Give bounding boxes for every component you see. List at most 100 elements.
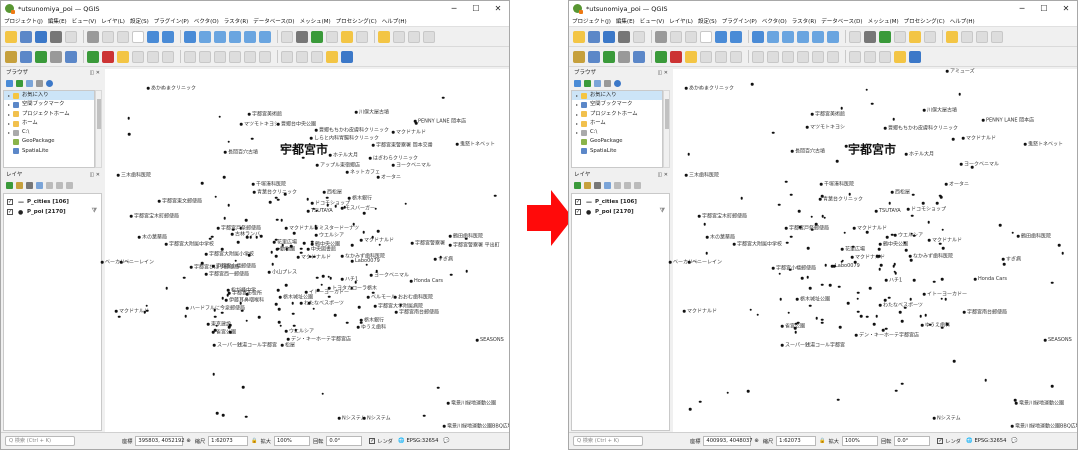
- crs-button[interactable]: EPSG:32654: [974, 438, 1006, 444]
- toolbar-tool-icon[interactable]: [849, 50, 861, 63]
- toolbar-tool-icon[interactable]: [259, 30, 271, 43]
- layer-checkbox[interactable]: ✓: [7, 199, 13, 205]
- collapse-icon[interactable]: [604, 80, 611, 87]
- toolbar-tool-icon[interactable]: [20, 30, 32, 43]
- toolbar-tool-icon[interactable]: [879, 50, 891, 63]
- menu-raster[interactable]: ラスタ(R): [224, 17, 249, 25]
- coordinate-field[interactable]: 395803, 4052192: [135, 436, 185, 446]
- browser-item-spatialite[interactable]: SpatiaLite: [4, 147, 94, 156]
- toolbar-tool-icon[interactable]: [132, 50, 144, 63]
- eye-icon[interactable]: [26, 182, 33, 189]
- menu-project[interactable]: プロジェクト(J): [572, 17, 611, 25]
- toolbar-tool-icon[interactable]: [356, 30, 368, 43]
- toolbar-tool-icon[interactable]: [685, 50, 697, 63]
- toolbar-tool-icon[interactable]: [730, 50, 742, 63]
- expand-icon[interactable]: [614, 182, 621, 189]
- expand-icon[interactable]: [46, 182, 53, 189]
- menu-layer[interactable]: レイヤ(L): [101, 17, 125, 25]
- toolbar-tool-icon[interactable]: [296, 30, 308, 43]
- browser-item-home[interactable]: ▸ ホーム: [572, 119, 662, 128]
- toolbar-tool-icon[interactable]: [730, 30, 742, 43]
- magnifier-field[interactable]: 100%: [274, 436, 310, 446]
- crs-button[interactable]: EPSG:32654: [406, 438, 438, 444]
- toolbar-tool-icon[interactable]: [700, 50, 712, 63]
- toolbar-tool-icon[interactable]: [326, 30, 338, 43]
- toolbar-tool-icon[interactable]: [655, 30, 667, 43]
- info-icon[interactable]: [46, 80, 53, 87]
- layer-row[interactable]: ✓ — P_cities [106]: [572, 197, 669, 207]
- menu-raster[interactable]: ラスタ(R): [792, 17, 817, 25]
- toolbar-tool-icon[interactable]: [976, 30, 988, 43]
- toolbar-tool-icon[interactable]: [87, 50, 99, 63]
- toolbar-tool-icon[interactable]: [685, 30, 697, 43]
- filter-icon[interactable]: [594, 80, 601, 87]
- toolbar-tool-icon[interactable]: [879, 30, 891, 43]
- locator-search-input[interactable]: Q 検索 (Ctrl + K): [5, 436, 75, 446]
- toolbar-tool-icon[interactable]: [162, 30, 174, 43]
- toolbar-tool-icon[interactable]: [259, 50, 271, 63]
- toolbar-tool-icon[interactable]: [132, 30, 144, 43]
- browser-item-home[interactable]: ▸ ホーム: [4, 119, 94, 128]
- menu-project[interactable]: プロジェクト(J): [4, 17, 43, 25]
- coordinate-field[interactable]: 400993, 4048037: [703, 436, 753, 446]
- toolbar-tool-icon[interactable]: [20, 50, 32, 63]
- toolbar-tool-icon[interactable]: [341, 50, 353, 63]
- browser-item-favorites[interactable]: ▸ お気に入り: [4, 91, 94, 101]
- menu-database[interactable]: データベース(D): [821, 17, 862, 25]
- add-group-icon[interactable]: [584, 182, 591, 189]
- panel-close-icon[interactable]: ◫ ✕: [89, 171, 100, 180]
- toolbar-tool-icon[interactable]: [199, 50, 211, 63]
- toolbar-tool-icon[interactable]: [147, 30, 159, 43]
- menu-view[interactable]: ビュー(V): [640, 17, 665, 25]
- menu-plugins[interactable]: プラグイン(P): [722, 17, 757, 25]
- toolbar-tool-icon[interactable]: [715, 50, 727, 63]
- layer-row[interactable]: ✓ — P_cities [106]: [4, 197, 101, 207]
- toolbar-tool-icon[interactable]: [341, 30, 353, 43]
- menu-edit[interactable]: 編集(E): [616, 17, 635, 25]
- panel-close-icon[interactable]: ◫ ✕: [657, 69, 668, 78]
- scale-field[interactable]: 1:62073: [208, 436, 249, 446]
- eye-icon[interactable]: [594, 182, 601, 189]
- browser-item-favorites[interactable]: ▸ お気に入り: [572, 91, 662, 101]
- toolbar-tool-icon[interactable]: [199, 30, 211, 43]
- toolbar-tool-icon[interactable]: [65, 50, 77, 63]
- menu-view[interactable]: ビュー(V): [72, 17, 97, 25]
- add-group-icon[interactable]: [16, 182, 23, 189]
- toolbar-tool-icon[interactable]: [603, 30, 615, 43]
- maximize-icon[interactable]: ☐: [1033, 1, 1055, 16]
- toolbar-tool-icon[interactable]: [296, 50, 308, 63]
- render-checkbox[interactable]: ✓: [937, 438, 944, 444]
- toolbar-tool-icon[interactable]: [633, 30, 645, 43]
- toolbar-tool-icon[interactable]: [797, 50, 809, 63]
- toolbar-tool-icon[interactable]: [573, 50, 585, 63]
- toolbar-tool-icon[interactable]: [633, 50, 645, 63]
- filter-funnel-icon[interactable]: ⧩: [92, 207, 97, 215]
- browser-item-c-drive[interactable]: ▸ C:\: [4, 128, 94, 137]
- toolbar-tool-icon[interactable]: [618, 30, 630, 43]
- toolbar-tool-icon[interactable]: [5, 50, 17, 63]
- toolbar-tool-icon[interactable]: [797, 30, 809, 43]
- remove-layer-icon[interactable]: [634, 182, 641, 189]
- menu-mesh[interactable]: メッシュ(M): [300, 17, 331, 25]
- browser-scrollbar[interactable]: [663, 90, 670, 168]
- filter-icon[interactable]: [604, 182, 611, 189]
- menu-vector[interactable]: ベクタ(O): [194, 17, 219, 25]
- toolbar-tool-icon[interactable]: [311, 50, 323, 63]
- remove-layer-icon[interactable]: [66, 182, 73, 189]
- toolbar-tool-icon[interactable]: [991, 30, 1003, 43]
- toolbar-tool-icon[interactable]: [87, 30, 99, 43]
- toolbar-tool-icon[interactable]: [864, 50, 876, 63]
- menu-layer[interactable]: レイヤ(L): [669, 17, 693, 25]
- filter-funnel-icon[interactable]: ⧩: [660, 207, 665, 215]
- toolbar-tool-icon[interactable]: [924, 30, 936, 43]
- toolbar-tool-icon[interactable]: [214, 50, 226, 63]
- toolbar-tool-icon[interactable]: [573, 30, 585, 43]
- toolbar-tool-icon[interactable]: [700, 30, 712, 43]
- menu-processing[interactable]: プロセシング(C): [904, 17, 945, 25]
- crosshair-icon[interactable]: ⊕: [754, 438, 758, 444]
- toolbar-tool-icon[interactable]: [102, 50, 114, 63]
- toolbar-tool-icon[interactable]: [894, 30, 906, 43]
- toolbar-tool-icon[interactable]: [670, 30, 682, 43]
- toolbar-tool-icon[interactable]: [812, 30, 824, 43]
- menu-help[interactable]: ヘルプ(H): [950, 17, 975, 25]
